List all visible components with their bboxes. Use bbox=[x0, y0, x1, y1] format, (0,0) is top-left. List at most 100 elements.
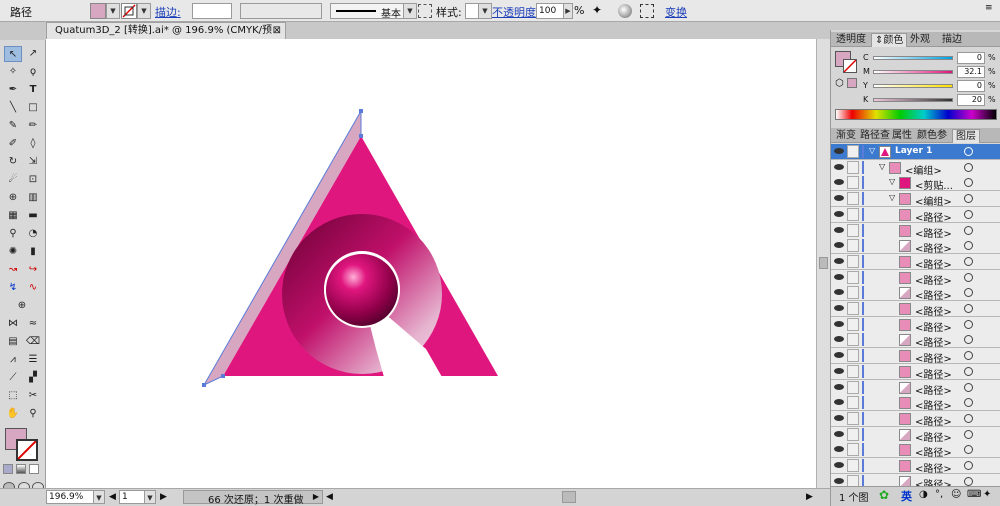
channel-m-slider[interactable] bbox=[873, 70, 953, 74]
layer-row[interactable]: ▽ <编组> bbox=[831, 159, 1000, 177]
curvature-tool-icon[interactable]: ↪ bbox=[24, 262, 42, 278]
visibility-eye-icon[interactable] bbox=[834, 273, 844, 280]
artboard-number-field[interactable]: 1 bbox=[119, 490, 145, 504]
ime-punct-icon[interactable]: °, bbox=[935, 489, 943, 500]
lock-toggle[interactable] bbox=[847, 239, 859, 253]
tab-transparency[interactable]: 透明度 bbox=[833, 33, 869, 47]
style-dropdown[interactable]: ▼ bbox=[478, 3, 492, 19]
lock-toggle[interactable] bbox=[847, 254, 859, 268]
bar-chart-tool-icon[interactable]: ▞ bbox=[24, 370, 42, 386]
graph-tool-icon[interactable]: ⩘ bbox=[4, 352, 22, 368]
zoom-field[interactable]: 196.9% bbox=[46, 490, 94, 504]
shape-builder-tool-icon[interactable]: ⊕ bbox=[4, 190, 22, 206]
lasso-tool-icon[interactable]: ϙ bbox=[24, 64, 42, 80]
visibility-eye-icon[interactable] bbox=[834, 477, 844, 484]
target-circle-icon[interactable] bbox=[964, 351, 973, 361]
channel-y-input[interactable]: 0 bbox=[957, 80, 985, 92]
layer-row[interactable]: <路径> bbox=[831, 206, 1000, 224]
target-circle-icon[interactable] bbox=[964, 288, 973, 298]
layer-row-selected[interactable]: ▽ Layer 1 bbox=[831, 144, 1000, 160]
layer-row[interactable]: ▽ <编组> bbox=[831, 191, 1000, 208]
lock-toggle[interactable] bbox=[847, 160, 859, 174]
visibility-eye-icon[interactable] bbox=[834, 163, 844, 170]
stroke-link[interactable]: 描边: bbox=[155, 4, 181, 20]
panel-menu-icon[interactable]: ≡ bbox=[985, 3, 997, 19]
lock-toggle[interactable] bbox=[847, 427, 859, 441]
anchor-tool-icon[interactable]: ↯ bbox=[4, 280, 22, 296]
hand-tool-icon[interactable]: ✋ bbox=[4, 406, 22, 422]
artwork[interactable] bbox=[46, 39, 816, 488]
target-circle-icon[interactable] bbox=[964, 476, 973, 486]
layer-row[interactable]: <路径> bbox=[831, 458, 1000, 475]
zoom-dropdown[interactable]: ▼ bbox=[93, 490, 105, 504]
pen-tool-icon[interactable]: ✒ bbox=[4, 82, 22, 98]
gamut-swatch[interactable] bbox=[847, 78, 857, 88]
scale-tool-icon[interactable]: ⇲ bbox=[24, 154, 42, 170]
rotate-tool-icon[interactable]: ↻ bbox=[4, 154, 22, 170]
layer-row[interactable]: ▽ <剪贴... bbox=[831, 175, 1000, 192]
mesh-tool-icon[interactable]: ▦ bbox=[4, 208, 22, 224]
target-circle-icon[interactable] bbox=[964, 319, 973, 329]
target-circle-icon[interactable] bbox=[964, 382, 973, 392]
opacity-link[interactable]: 不透明度: bbox=[492, 4, 540, 20]
warp-tool-icon[interactable]: ☄ bbox=[4, 172, 22, 188]
close-tab-icon[interactable]: ⊠ bbox=[273, 23, 281, 39]
rectangle-tool-icon[interactable]: □ bbox=[24, 100, 42, 116]
visibility-eye-icon[interactable] bbox=[834, 210, 844, 217]
ime-moon-icon[interactable]: ◑ bbox=[919, 489, 928, 500]
color-spectrum[interactable] bbox=[835, 109, 997, 120]
stroke-dropdown[interactable]: ▼ bbox=[137, 3, 151, 19]
color-mode-icon[interactable] bbox=[3, 464, 13, 474]
align-icon[interactable] bbox=[418, 4, 432, 18]
layer-row[interactable]: <路径> bbox=[831, 363, 1000, 381]
brush-dropdown[interactable]: ▼ bbox=[403, 3, 417, 19]
target-circle-icon[interactable] bbox=[964, 178, 973, 188]
fill-swatch[interactable] bbox=[90, 3, 106, 19]
envelope-tool-icon[interactable]: ⋈ bbox=[4, 316, 22, 332]
column-graph-tool-icon[interactable]: ▮ bbox=[24, 244, 42, 260]
tab-color-guide[interactable]: 颜色参 bbox=[914, 129, 950, 143]
lock-toggle[interactable] bbox=[847, 176, 859, 190]
zoom-tool-icon[interactable]: ⚲ bbox=[24, 406, 42, 422]
expand-triangle-icon[interactable]: ▽ bbox=[889, 177, 895, 186]
visibility-eye-icon[interactable] bbox=[834, 320, 844, 327]
lock-toggle[interactable] bbox=[847, 302, 859, 315]
lock-toggle[interactable] bbox=[847, 364, 859, 378]
expand-triangle-icon[interactable]: ▽ bbox=[869, 146, 875, 155]
target-circle-icon[interactable] bbox=[964, 241, 973, 251]
vertical-scrollbar[interactable] bbox=[816, 39, 830, 488]
layer-row[interactable]: <路径> bbox=[831, 426, 1000, 444]
opacity-dropdown[interactable]: ▶ bbox=[563, 3, 573, 19]
smooth-tool-icon[interactable]: ∿ bbox=[24, 280, 42, 296]
visibility-eye-icon[interactable] bbox=[834, 336, 844, 343]
eraser-tool-icon[interactable]: ◊ bbox=[24, 136, 42, 152]
gradient-mode-icon[interactable] bbox=[16, 464, 26, 474]
stroke-color-box[interactable] bbox=[16, 439, 38, 461]
none-mode-icon[interactable] bbox=[29, 464, 39, 474]
tab-pathfinder[interactable]: 路径查 bbox=[857, 129, 893, 143]
target-circle-icon[interactable] bbox=[964, 335, 973, 345]
lock-toggle[interactable] bbox=[847, 192, 859, 206]
lock-toggle[interactable] bbox=[847, 411, 859, 425]
layer-row[interactable]: <路径> bbox=[831, 316, 1000, 334]
channel-c-input[interactable]: 0 bbox=[957, 52, 985, 64]
target-circle-icon[interactable] bbox=[964, 398, 973, 408]
visibility-eye-icon[interactable] bbox=[834, 352, 844, 359]
layer-row[interactable]: <路径> bbox=[831, 395, 1000, 412]
channel-m-input[interactable]: 32.1 bbox=[957, 66, 985, 78]
settings-icon[interactable]: ✦ bbox=[983, 489, 991, 500]
visibility-eye-icon[interactable] bbox=[834, 305, 844, 311]
color-stroke-swatch[interactable] bbox=[843, 59, 857, 73]
line-tool-icon[interactable]: ╲ bbox=[4, 100, 22, 116]
tab-appearance[interactable]: 外观 bbox=[907, 33, 933, 47]
expand-triangle-icon[interactable]: ▽ bbox=[889, 193, 895, 202]
target-circle-icon[interactable] bbox=[964, 413, 973, 423]
tab-color[interactable]: ⇕颜色 bbox=[871, 33, 908, 47]
visibility-eye-icon[interactable] bbox=[834, 462, 844, 468]
paintbrush-tool-icon[interactable]: ✎ bbox=[4, 118, 22, 134]
knife-tool-icon[interactable]: ⟋ bbox=[4, 370, 22, 386]
visibility-eye-icon[interactable] bbox=[834, 367, 844, 374]
target-circle-icon[interactable] bbox=[964, 445, 973, 455]
perspective-grid-tool-icon[interactable]: ▥ bbox=[24, 190, 42, 206]
visibility-eye-icon[interactable] bbox=[834, 195, 844, 202]
